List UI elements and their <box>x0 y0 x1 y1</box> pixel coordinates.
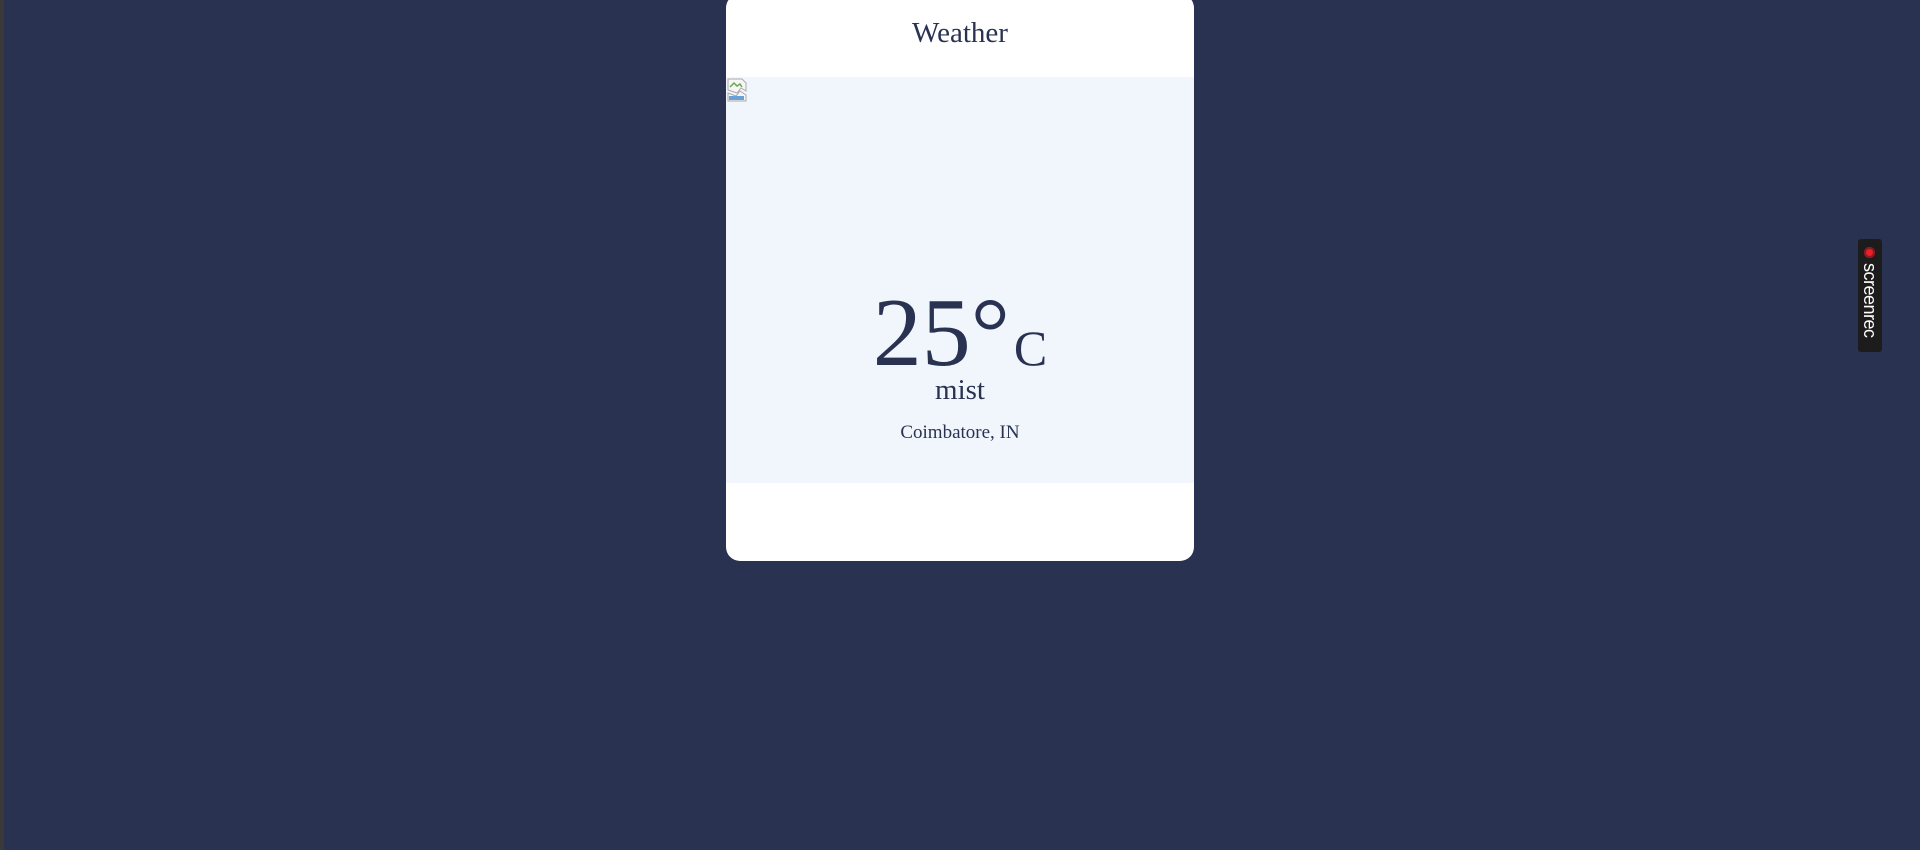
screenrec-badge[interactable]: screenrec <box>1858 239 1882 352</box>
screenrec-label: screenrec <box>1860 263 1880 338</box>
location-label: Coimbatore, IN <box>900 422 1020 443</box>
temperature-unit: C <box>1013 320 1048 376</box>
weather-panel: 25°C mist Coimbatore, IN <box>726 77 1194 483</box>
temperature-value: 25° <box>872 279 1010 387</box>
temperature-display: 25°C <box>726 284 1194 382</box>
weather-card: Weather 25°C mist Coimbatore, IN <box>726 0 1194 561</box>
weather-condition: mist <box>935 374 985 406</box>
record-dot-icon <box>1864 247 1875 258</box>
window-edge <box>0 0 4 850</box>
broken-image-icon <box>726 77 750 103</box>
card-title: Weather <box>912 17 1008 49</box>
